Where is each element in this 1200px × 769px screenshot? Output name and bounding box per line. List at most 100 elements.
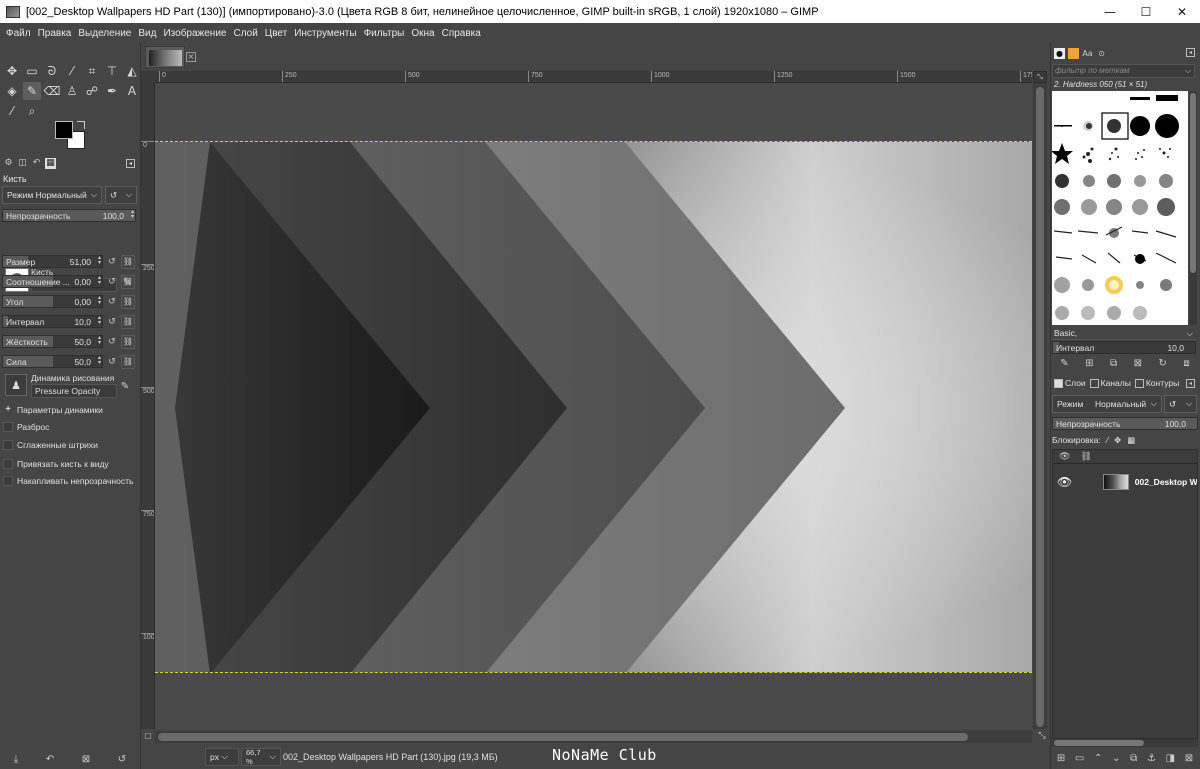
incremental-checkbox[interactable]: Накапливать непрозрачность (3, 474, 133, 488)
document-history-tab-icon[interactable]: ⊙ (1096, 48, 1107, 59)
hardness-link-icon[interactable]: ⛓ (121, 335, 135, 349)
tab-channels[interactable]: Каналы (1089, 378, 1131, 388)
horizontal-scrollbar[interactable] (155, 731, 1032, 743)
spacing-link-icon[interactable]: ⛓ (121, 315, 135, 329)
force-link-icon[interactable]: ⛓ (121, 355, 135, 369)
color-picker-tool-icon[interactable]: ⁄ (3, 102, 21, 120)
edit-brush-icon[interactable]: ✎ (1060, 358, 1068, 369)
navigate-icon[interactable]: ⤡ (1033, 71, 1047, 83)
smooth-stroke-checkbox[interactable]: Сглаженные штрихи (3, 438, 98, 452)
lock-alpha-icon[interactable]: ▦ (1127, 435, 1135, 446)
menu-image[interactable]: Изображение (160, 28, 230, 39)
brush-spacing-slider[interactable]: Интервал 10,0 (1052, 341, 1196, 354)
patterns-tab-icon[interactable] (1068, 47, 1079, 59)
hardness-reset-icon[interactable]: ↺ (106, 336, 118, 348)
open-as-image-icon[interactable]: ⧈ (1183, 358, 1189, 369)
dynamics-icon[interactable]: ♟ (5, 374, 27, 396)
new-group-icon[interactable]: ▭ (1075, 753, 1084, 764)
size-reset-icon[interactable]: ↺ (106, 256, 118, 268)
minimize-button[interactable]: — (1092, 0, 1128, 23)
panel-menu-icon[interactable]: ◂ (1186, 379, 1195, 388)
paintbrush-tool-icon[interactable]: ✎ (23, 82, 41, 100)
eye-icon[interactable]: 👁 (1057, 475, 1072, 489)
brushes-tab-icon[interactable]: ● (1054, 47, 1065, 59)
maximize-button[interactable]: ☐ (1128, 0, 1164, 23)
paths-tool-icon[interactable]: ✒ (103, 82, 121, 100)
size-link-icon[interactable]: ⛓ (121, 255, 135, 269)
image-tab[interactable] (145, 46, 185, 68)
angle-slider[interactable]: Угол 0,00 ▴ ▾ (2, 295, 103, 308)
raise-layer-icon[interactable]: ⌃ (1094, 753, 1102, 764)
delete-options-icon[interactable]: ⊠ (82, 754, 90, 765)
duplicate-brush-icon[interactable]: ⧉ (1110, 358, 1117, 369)
force-slider[interactable]: Сила 50,0 ▴ ▾ (2, 355, 103, 368)
brush-tag-select[interactable]: Basic, ⌵ (1052, 327, 1196, 340)
layer-list[interactable]: 👁 ⛓ 👁 002_Desktop W (1052, 449, 1198, 739)
crop-tool-icon[interactable]: ⌗ (83, 62, 101, 80)
warp-tool-icon[interactable]: ◭ (123, 62, 141, 80)
tool-options-tab-icon[interactable]: ⚙ (3, 158, 14, 169)
hardness-slider[interactable]: Жёсткость 50,0 ▴ ▾ (2, 335, 103, 348)
fonts-tab-icon[interactable]: Aa (1082, 48, 1093, 59)
opacity-slider[interactable]: Непрозрачность 100,0 ▴ ▾ (2, 209, 136, 222)
lock-pixels-icon[interactable]: ⁄ (1107, 435, 1108, 445)
size-slider[interactable]: Размер 51,00 ▴ ▾ (2, 255, 103, 268)
unit-select[interactable]: px ⌵ (205, 747, 239, 766)
menu-view[interactable]: Вид (135, 28, 160, 39)
lower-layer-icon[interactable]: ⌄ (1112, 753, 1120, 764)
mode-reset-button[interactable]: ↺ ⌵ (105, 186, 137, 204)
layer-mode-reset[interactable]: ↺ ⌵ (1164, 395, 1197, 413)
restore-options-icon[interactable]: ↶ (46, 754, 54, 765)
zoom-image-icon[interactable]: ⤡ (1036, 731, 1048, 743)
layer-list-scrollbar[interactable] (1052, 739, 1198, 747)
aspect-ratio-slider[interactable]: Соотношение ... 0,00 ▴ ▾ (2, 275, 103, 288)
refresh-brushes-icon[interactable]: ↻ (1158, 358, 1166, 369)
bucket-fill-tool-icon[interactable]: ◈ (3, 82, 21, 100)
clone-tool-icon[interactable]: ♙ (63, 82, 81, 100)
color-swatches[interactable] (55, 121, 87, 149)
save-options-icon[interactable]: ⤓ (14, 754, 18, 765)
new-layer-icon[interactable]: ⊞ (1057, 753, 1065, 764)
device-status-tab-icon[interactable]: ◫ (17, 158, 28, 169)
transform-tool-icon[interactable]: ⊤ (103, 62, 121, 80)
angle-link-icon[interactable]: ⛓ (121, 295, 135, 309)
reset-options-icon[interactable]: ↺ (118, 754, 126, 765)
menu-tools[interactable]: Инструменты (291, 28, 360, 39)
canvas-area[interactable] (155, 83, 1032, 729)
panel-menu-icon[interactable]: ◂ (1186, 48, 1195, 57)
lock-position-icon[interactable]: ✥ (1114, 435, 1121, 446)
menu-select[interactable]: Выделение (75, 28, 135, 39)
move-tool-icon[interactable]: ✥ (3, 62, 21, 80)
menu-windows[interactable]: Окна (408, 28, 438, 39)
menu-file[interactable]: Файл (3, 28, 35, 39)
menu-edit[interactable]: Правка (35, 28, 76, 39)
aspect-ratio-link-icon[interactable]: ⛓ (121, 275, 135, 289)
tab-layers[interactable]: Слои (1054, 378, 1086, 388)
delete-layer-icon[interactable]: ⊠ (1185, 753, 1193, 764)
layer-mode-select[interactable]: Режим Нормальный ⌵ (1052, 395, 1162, 413)
tag-filter-input[interactable]: фильтр по меткам ⌵ (1052, 64, 1195, 78)
delete-brush-icon[interactable]: ⊠ (1134, 358, 1142, 369)
close-button[interactable]: ✕ (1164, 0, 1200, 23)
menu-colors[interactable]: Цвет (262, 28, 291, 39)
zoom-select[interactable]: 66,7 % ⌵ (241, 747, 281, 766)
smudge-tool-icon[interactable]: ☍ (83, 82, 101, 100)
image-canvas[interactable] (155, 141, 1032, 673)
brush-grid[interactable] (1052, 91, 1188, 325)
edit-dynamics-icon[interactable]: ✎ (118, 380, 132, 394)
new-brush-icon[interactable]: ⊞ (1085, 358, 1093, 369)
quick-mask-icon[interactable]: ▢ (141, 731, 155, 743)
rect-select-tool-icon[interactable]: ▭ (23, 62, 41, 80)
jitter-checkbox[interactable]: Разброс (3, 420, 49, 434)
menu-help[interactable]: Справка (439, 28, 485, 39)
force-reset-icon[interactable]: ↺ (106, 356, 118, 368)
eraser-tool-icon[interactable]: ⌫ (43, 82, 61, 100)
vertical-scrollbar[interactable] (1033, 83, 1047, 729)
duplicate-layer-icon[interactable]: ⧉ (1130, 753, 1137, 764)
undo-history-tab-icon[interactable]: ↶ (31, 158, 42, 169)
anchor-layer-icon[interactable]: ⚓ (1147, 753, 1156, 764)
angle-reset-icon[interactable]: ↺ (106, 296, 118, 308)
menu-layer[interactable]: Слой (230, 28, 261, 39)
zoom-tool-icon[interactable]: ⌕ (23, 102, 41, 120)
brush-grid-scrollbar[interactable] (1189, 91, 1197, 325)
